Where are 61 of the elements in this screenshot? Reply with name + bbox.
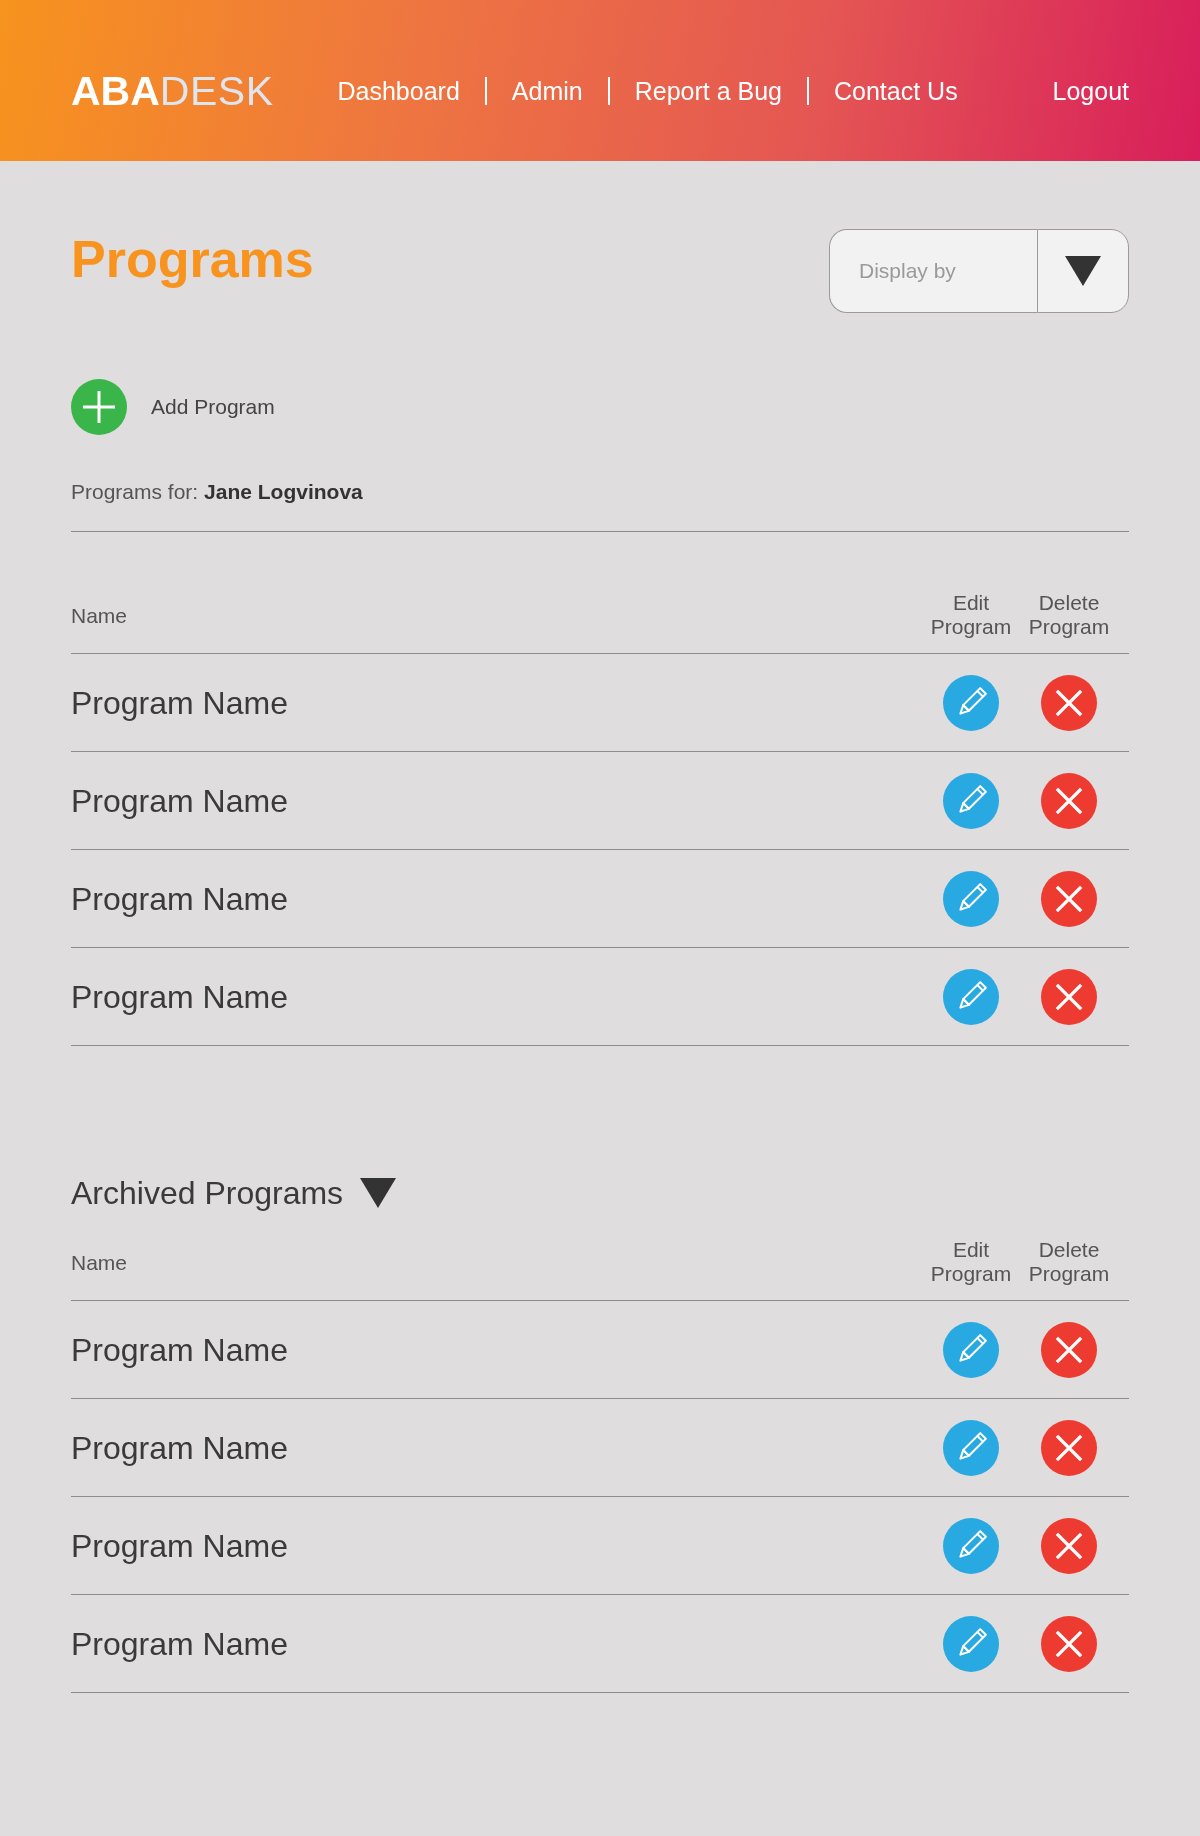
program-name: Program Name (71, 684, 288, 721)
delete-button[interactable] (1041, 968, 1097, 1025)
add-program-button[interactable]: Add Program (71, 379, 275, 435)
edit-button[interactable] (943, 870, 999, 927)
display-by-field[interactable]: Display by (829, 229, 1037, 313)
pencil-icon (943, 772, 999, 829)
delete-button[interactable] (1041, 1419, 1097, 1476)
dropdown-button[interactable] (1037, 229, 1129, 313)
x-icon (1041, 870, 1097, 927)
page-title: Programs (71, 229, 314, 289)
pencil-icon (943, 1419, 999, 1476)
program-name: Program Name (71, 1331, 288, 1368)
column-header: Name (71, 1251, 128, 1274)
column-header: Name (71, 604, 128, 627)
pencil-icon (943, 1517, 999, 1574)
column-header: Edit Program (929, 591, 1013, 639)
caret-icon[interactable] (360, 1177, 397, 1209)
pencil-icon (943, 968, 999, 1025)
program-name: Program Name (71, 1527, 288, 1564)
delete-button[interactable] (1041, 870, 1097, 927)
nav-link[interactable]: Contact Us (834, 74, 958, 107)
delete-button[interactable] (1041, 1615, 1097, 1672)
delete-button[interactable] (1041, 1517, 1097, 1574)
nav-link[interactable]: Admin (511, 74, 583, 107)
programs-for-text: Programs for: Jane Logvinova (71, 479, 363, 505)
program-name: Program Name (71, 880, 288, 917)
nav-link[interactable]: Report a Bug (634, 74, 782, 107)
program-name: Program Name (71, 782, 288, 819)
pencil-icon (943, 1615, 999, 1672)
x-icon (1041, 674, 1097, 731)
edit-button[interactable] (943, 1517, 999, 1574)
program-name: Program Name (71, 1429, 288, 1466)
delete-button[interactable] (1041, 674, 1097, 731)
x-icon (1041, 772, 1097, 829)
delete-button[interactable] (1041, 1321, 1097, 1378)
pencil-icon (943, 674, 999, 731)
program-name: Program Name (71, 1625, 288, 1662)
edit-button[interactable] (943, 1321, 999, 1378)
program-name: Program Name (71, 978, 288, 1015)
caret-icon (1065, 256, 1101, 286)
edit-button[interactable] (943, 772, 999, 829)
x-icon (1041, 1321, 1097, 1378)
x-icon (1041, 1615, 1097, 1672)
plus-icon (71, 379, 127, 435)
delete-button[interactable] (1041, 772, 1097, 829)
nav-link[interactable]: Dashboard (337, 74, 460, 107)
edit-button[interactable] (943, 968, 999, 1025)
x-icon (1041, 1517, 1097, 1574)
section-title: Archived Programs (71, 1174, 344, 1213)
column-header: Edit Program (929, 1238, 1013, 1286)
edit-button[interactable] (943, 674, 999, 731)
logo[interactable]: ABADESK (71, 66, 274, 115)
pencil-icon (943, 1321, 999, 1378)
x-icon (1041, 1419, 1097, 1476)
pencil-icon (943, 870, 999, 927)
logout-link[interactable]: Logout (1052, 74, 1129, 107)
column-header: Delete Program (1027, 1238, 1111, 1286)
x-icon (1041, 968, 1097, 1025)
column-header: Delete Program (1027, 591, 1111, 639)
edit-button[interactable] (943, 1615, 999, 1672)
edit-button[interactable] (943, 1419, 999, 1476)
